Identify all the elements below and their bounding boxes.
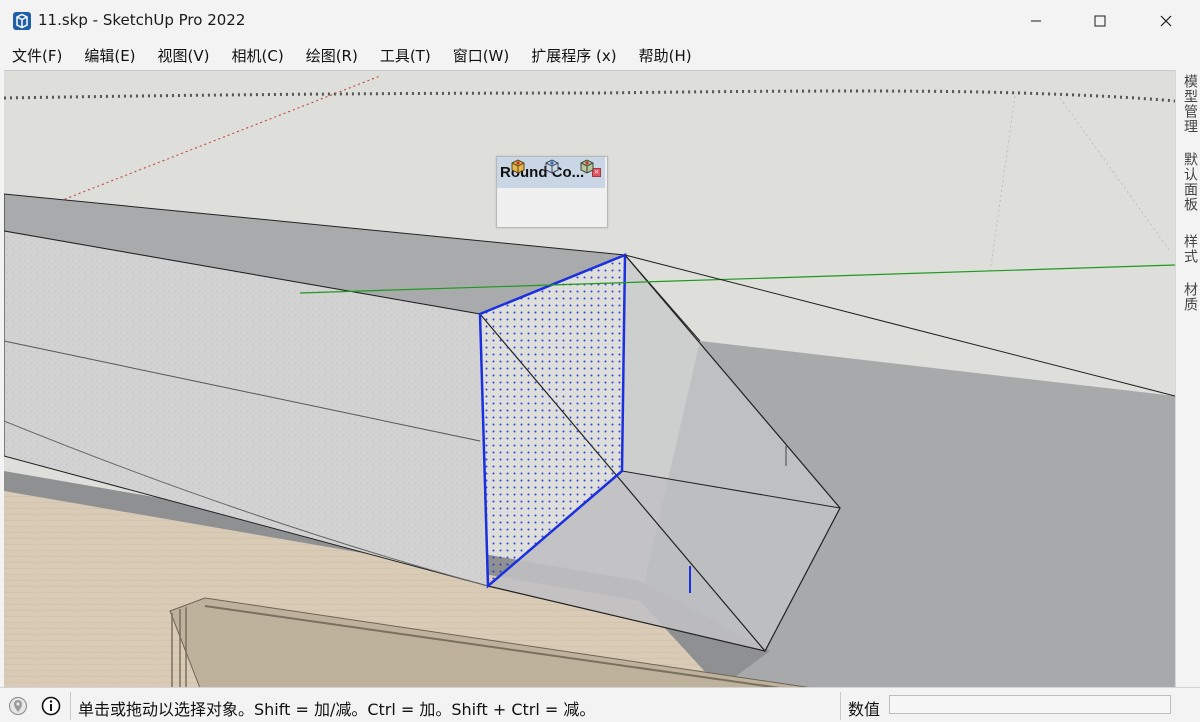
menu-view[interactable]: 视图(V): [146, 42, 220, 70]
menu-extensions[interactable]: 扩展程序 (x): [519, 42, 626, 70]
close-icon: [1160, 15, 1172, 27]
menu-window[interactable]: 窗口(W): [441, 42, 520, 70]
menu-bar: 文件(F) 编辑(E) 视图(V) 相机(C) 绘图(R) 工具(T) 窗口(W…: [0, 42, 1200, 70]
minimize-icon: [1031, 20, 1041, 22]
round-corner-tool-icon[interactable]: [509, 157, 527, 175]
tab-model-manager[interactable]: 模型管理: [1178, 74, 1200, 134]
menu-file[interactable]: 文件(F): [0, 42, 72, 70]
status-separator: [840, 692, 841, 720]
status-bar: 单击或拖动以选择对象。Shift = 加/减。Ctrl = 加。Shift + …: [0, 687, 1200, 722]
tab-materials[interactable]: 材质: [1178, 282, 1200, 312]
menu-camera[interactable]: 相机(C): [220, 42, 294, 70]
round-corner-toolbar[interactable]: Round Co... ×: [496, 156, 608, 228]
bevel-tool-icon[interactable]: [578, 157, 596, 175]
geo-location-icon[interactable]: [8, 696, 28, 716]
status-message: 单击或拖动以选择对象。Shift = 加/减。Ctrl = 加。Shift + …: [78, 700, 596, 719]
window-title: 11.skp - SketchUp Pro 2022: [38, 11, 246, 29]
tray-tabs: 模型管理 默认面板 样式 材质: [1175, 70, 1200, 687]
close-button[interactable]: [1134, 0, 1198, 42]
sketchup-logo-icon: [13, 12, 31, 30]
maximize-button[interactable]: [1068, 0, 1132, 42]
title-bar: 11.skp - SketchUp Pro 2022: [0, 0, 1200, 42]
measurements-label: 数值: [848, 700, 881, 719]
tab-styles[interactable]: 样式: [1178, 234, 1200, 264]
maximize-icon: [1094, 15, 1106, 27]
sketchup-window: 11.skp - SketchUp Pro 2022 文件(F) 编辑(E) 视…: [0, 0, 1200, 722]
menu-edit[interactable]: 编辑(E): [72, 42, 145, 70]
minimize-button[interactable]: [1004, 0, 1068, 42]
info-icon[interactable]: [41, 696, 61, 716]
status-separator: [70, 692, 71, 720]
tab-default-tray[interactable]: 默认面板: [1178, 152, 1200, 212]
menu-tools[interactable]: 工具(T): [368, 42, 441, 70]
menu-help[interactable]: 帮助(H): [627, 42, 702, 70]
measurements-input[interactable]: [889, 695, 1171, 714]
3d-viewport[interactable]: Round Co... ×: [4, 70, 1175, 688]
corner-tool-icon[interactable]: [543, 157, 561, 175]
menu-draw[interactable]: 绘图(R): [294, 42, 368, 70]
